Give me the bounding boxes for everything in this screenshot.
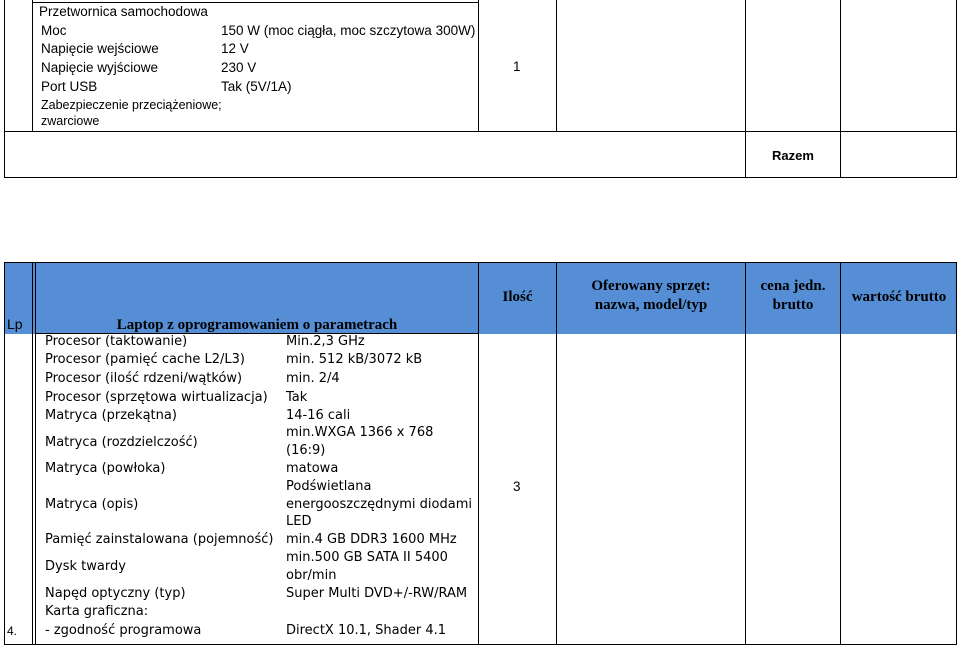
grid-line xyxy=(956,0,957,178)
inverter-spec-value: 150 W (moc ciągła, moc szczytowa 300W) xyxy=(221,23,476,38)
header-lp: Lp xyxy=(7,316,23,332)
laptop-spec-value: matowa xyxy=(286,461,339,476)
grid-line xyxy=(556,262,557,645)
inverter-quantity: 1 xyxy=(513,59,521,74)
laptop-spec-value: Tak xyxy=(286,390,308,405)
grid-line xyxy=(4,262,5,645)
laptop-spec-name: Procesor (sprzętowa wirtualizacja) xyxy=(45,390,268,405)
laptop-spec-value: min. 512 kB/3072 kB xyxy=(286,352,423,367)
laptop-spec-value: DirectX 10.1, Shader 4.1 xyxy=(286,623,447,638)
header-offered-line2: nazwa, model/typ xyxy=(594,297,708,313)
laptop-spec-name: Matryca (opis) xyxy=(45,497,139,512)
laptop-spec-name: Pamięć zainstalowana (pojemność) xyxy=(45,532,274,547)
grid-line xyxy=(745,262,746,645)
laptop-spec-value: Min.2,3 GHz xyxy=(286,334,365,349)
inverter-protection-line: zwarciowe xyxy=(41,114,100,128)
inverter-spec-name: Port USB xyxy=(41,79,98,94)
laptop-spec-name: Dysk twardy xyxy=(45,559,126,574)
header-value: wartość brutto xyxy=(851,289,947,305)
grid-line xyxy=(956,262,957,645)
laptop-spec-name: Procesor (pamięć cache L2/L3) xyxy=(45,352,245,367)
total-label: Razem xyxy=(772,148,814,163)
laptop-spec-value: min.4 GB DDR3 1600 MHz xyxy=(286,532,457,547)
inverter-spec-name: Napięcie wyjściowe xyxy=(41,60,159,75)
grid-line xyxy=(4,0,5,178)
grid-line xyxy=(556,0,557,131)
grid-line xyxy=(4,131,957,132)
grid-line xyxy=(4,262,957,263)
inverter-spec-value: Tak (5V/1A) xyxy=(221,79,292,94)
laptop-spec-name: Matryca (powłoka) xyxy=(45,461,166,476)
laptop-spec-name: Matryca (przekątna) xyxy=(45,408,177,423)
laptop-spec-value: obr/min xyxy=(286,568,337,583)
inverter-spec-value: 12 V xyxy=(221,41,249,56)
laptop-spec-name: Procesor (ilość rdzeni/wątków) xyxy=(45,371,243,386)
header-price-line1: cena jedn. xyxy=(760,278,826,294)
inverter-spec-name: Moc xyxy=(41,23,67,38)
laptop-number: 4. xyxy=(7,624,18,638)
grid-line xyxy=(32,262,33,645)
laptop-quantity: 3 xyxy=(513,479,521,494)
laptop-spec-value: min. 2/4 xyxy=(286,371,340,386)
grid-line xyxy=(840,0,841,178)
grid-line xyxy=(32,0,33,131)
laptop-spec-value: (16:9) xyxy=(286,443,326,458)
inverter-title: Przetwornica samochodowa xyxy=(39,4,208,19)
grid-line xyxy=(478,0,479,131)
laptop-spec-name: Karta graficzna: xyxy=(45,604,149,619)
laptop-spec-value: LED xyxy=(286,514,312,529)
grid-line xyxy=(840,262,841,645)
laptop-spec-value: energooszczędnymi diodami xyxy=(286,497,472,512)
header-quantity: Ilość xyxy=(502,289,533,305)
header-offered-line1: Oferowany sprzęt: xyxy=(591,278,711,294)
laptop-spec-value: Super Multi DVD+/-RW/RAM xyxy=(286,586,468,601)
inverter-protection-line: Zabezpieczenie przeciążeniowe; xyxy=(41,98,222,112)
header-title: Laptop z oprogramowaniem o parametrach xyxy=(116,317,398,333)
grid-line xyxy=(478,262,479,645)
header-price-line2: brutto xyxy=(772,297,814,313)
inverter-spec-value: 230 V xyxy=(221,60,257,75)
laptop-spec-name: Napęd optyczny (typ) xyxy=(45,586,186,601)
laptop-spec-name: - zgodność programowa xyxy=(45,623,202,638)
laptop-spec-value: min.500 GB SATA II 5400 xyxy=(286,550,448,565)
laptop-spec-name: Matryca (rozdzielczość) xyxy=(45,435,198,450)
laptop-spec-value: 14-16 cali xyxy=(286,408,351,423)
grid-line xyxy=(4,177,957,178)
laptop-spec-value: Podświetlana xyxy=(286,479,372,494)
inverter-spec-name: Napięcie wejściowe xyxy=(41,41,159,56)
laptop-spec-name: Procesor (taktowanie) xyxy=(45,334,188,349)
laptop-spec-value: min.WXGA 1366 x 768 xyxy=(286,425,434,440)
grid-line xyxy=(745,0,746,178)
